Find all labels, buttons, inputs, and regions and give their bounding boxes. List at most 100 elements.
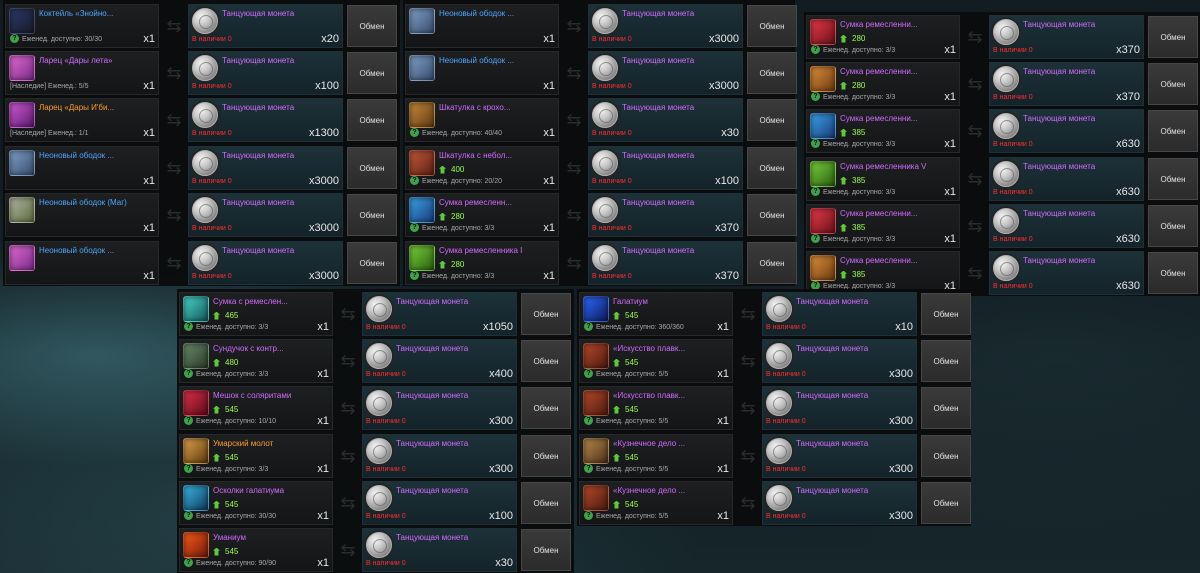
item-slot[interactable]: Коктейль «Знойно...? Еженед. доступно: 30… — [5, 4, 159, 48]
item-slot[interactable]: Неоновый ободок ... x1 — [405, 51, 559, 95]
cost-slot[interactable]: Танцующая монета В наличии 0 x370 — [588, 193, 743, 237]
item-slot[interactable]: Уманиум 545? Еженед. доступно: 90/90 x1 — [179, 528, 333, 572]
exchange-button[interactable]: Обмен — [747, 5, 797, 47]
exchange-button[interactable]: Обмен — [347, 147, 397, 189]
cost-slot[interactable]: Танцующая монета В наличии 0 x630 — [989, 157, 1144, 201]
exchange-button[interactable]: Обмен — [1148, 205, 1198, 247]
exchange-button[interactable]: Обмен — [347, 52, 397, 94]
help-icon[interactable]: ? — [184, 369, 193, 378]
help-icon[interactable]: ? — [410, 176, 419, 185]
item-slot[interactable]: «Искусство плавк... 545? Еженед. доступно:… — [579, 386, 733, 430]
exchange-button[interactable]: Обмен — [1148, 16, 1198, 58]
help-icon[interactable]: ? — [184, 322, 193, 331]
item-slot[interactable]: Шкатулка с небол... 400? Еженед. доступно:… — [405, 146, 559, 190]
help-icon[interactable]: ? — [811, 139, 820, 148]
cost-slot[interactable]: Танцующая монета В наличии 0 x3000 — [588, 51, 743, 95]
item-slot[interactable]: Неоновый ободок ... x1 — [405, 4, 559, 48]
cost-slot[interactable]: Танцующая монета В наличии 0 x370 — [989, 15, 1144, 59]
cost-slot[interactable]: Танцующая монета В наличии 0 x30 — [362, 528, 517, 572]
cost-slot[interactable]: Танцующая монета В наличии 0 x10 — [762, 292, 917, 336]
exchange-button[interactable]: Обмен — [1148, 110, 1198, 152]
cost-slot[interactable]: Танцующая монета В наличии 0 x100 — [588, 146, 743, 190]
exchange-button[interactable]: Обмен — [921, 387, 971, 429]
cost-slot[interactable]: Танцующая монета В наличии 0 x3000 — [588, 4, 743, 48]
cost-slot[interactable]: Танцующая монета В наличии 0 x300 — [762, 386, 917, 430]
exchange-button[interactable]: Обмен — [347, 99, 397, 141]
item-slot[interactable]: Ларец «Дары лета» [Наследие] Еженед.: 5/5… — [5, 51, 159, 95]
exchange-button[interactable]: Обмен — [521, 293, 571, 335]
item-slot[interactable]: Сумка ремесленни... 385? Еженед. доступно:… — [806, 109, 960, 153]
cost-slot[interactable]: Танцующая монета В наличии 0 x630 — [989, 109, 1144, 153]
exchange-button[interactable]: Обмен — [347, 242, 397, 284]
item-slot[interactable]: Сумка ремесленн... 280? Еженед. доступно: … — [405, 193, 559, 237]
item-slot[interactable]: Сумка ремесленни... 280? Еженед. доступно:… — [806, 15, 960, 59]
cost-slot[interactable]: Танцующая монета В наличии 0 x630 — [989, 204, 1144, 248]
cost-slot[interactable]: Танцующая монета В наличии 0 x370 — [588, 241, 743, 285]
help-icon[interactable]: ? — [410, 271, 419, 280]
help-icon[interactable]: ? — [584, 322, 593, 331]
cost-slot[interactable]: Танцующая монета В наличии 0 x30 — [588, 98, 743, 142]
help-icon[interactable]: ? — [811, 45, 820, 54]
item-slot[interactable]: Умарский молот 545? Еженед. доступно: 3/3 x… — [179, 434, 333, 478]
help-icon[interactable]: ? — [811, 187, 820, 196]
item-slot[interactable]: Сундучок с контр... 480? Еженед. доступно:… — [179, 339, 333, 383]
exchange-button[interactable]: Обмен — [747, 242, 797, 284]
exchange-button[interactable]: Обмен — [921, 482, 971, 524]
item-slot[interactable]: Ларец «Дары И'би... [Наследие] Еженед.: 1… — [5, 98, 159, 142]
exchange-button[interactable]: Обмен — [521, 340, 571, 382]
cost-slot[interactable]: Танцующая монета В наличии 0 x630 — [989, 251, 1144, 295]
exchange-button[interactable]: Обмен — [521, 387, 571, 429]
exchange-button[interactable]: Обмен — [921, 293, 971, 335]
cost-slot[interactable]: Танцующая монета В наличии 0 x370 — [989, 62, 1144, 106]
cost-slot[interactable]: Танцующая монета В наличии 0 x300 — [762, 339, 917, 383]
exchange-button[interactable]: Обмен — [347, 5, 397, 47]
help-icon[interactable]: ? — [584, 416, 593, 425]
item-slot[interactable]: Сумка ремесленника I 280? Еженед. доступно… — [405, 241, 559, 285]
help-icon[interactable]: ? — [811, 92, 820, 101]
item-slot[interactable]: Сумка ремесленни... 385? Еженед. доступно:… — [806, 204, 960, 248]
exchange-button[interactable]: Обмен — [747, 194, 797, 236]
help-icon[interactable]: ? — [184, 511, 193, 520]
cost-slot[interactable]: Танцующая монета В наличии 0 x1050 — [362, 292, 517, 336]
cost-slot[interactable]: Танцующая монета В наличии 0 x300 — [762, 481, 917, 525]
help-icon[interactable]: ? — [184, 558, 193, 567]
item-slot[interactable]: Галатиум 545? Еженед. доступно: 360/360 x1 — [579, 292, 733, 336]
cost-slot[interactable]: Танцующая монета В наличии 0 x100 — [188, 51, 343, 95]
cost-slot[interactable]: Танцующая монета В наличии 0 x300 — [762, 434, 917, 478]
help-icon[interactable]: ? — [584, 464, 593, 473]
cost-slot[interactable]: Танцующая монета В наличии 0 x3000 — [188, 146, 343, 190]
cost-slot[interactable]: Танцующая монета В наличии 0 x400 — [362, 339, 517, 383]
help-icon[interactable]: ? — [184, 416, 193, 425]
help-icon[interactable]: ? — [410, 223, 419, 232]
cost-slot[interactable]: Танцующая монета В наличии 0 x3000 — [188, 241, 343, 285]
item-slot[interactable]: «Кузнечное дело ... 545? Еженед. доступно:… — [579, 481, 733, 525]
exchange-button[interactable]: Обмен — [747, 99, 797, 141]
exchange-button[interactable]: Обмен — [347, 194, 397, 236]
help-icon[interactable]: ? — [584, 511, 593, 520]
help-icon[interactable]: ? — [811, 234, 820, 243]
item-slot[interactable]: Осколки галатиума 545? Еженед. доступно: 3… — [179, 481, 333, 525]
exchange-button[interactable]: Обмен — [921, 435, 971, 477]
cost-slot[interactable]: Танцующая монета В наличии 0 x300 — [362, 434, 517, 478]
exchange-button[interactable]: Обмен — [1148, 252, 1198, 294]
cost-slot[interactable]: Танцующая монета В наличии 0 x3000 — [188, 193, 343, 237]
item-slot[interactable]: Сумка с ремеслен... 465? Еженед. доступно:… — [179, 292, 333, 336]
exchange-button[interactable]: Обмен — [921, 340, 971, 382]
item-slot[interactable]: Неоновый ободок (Маг) x1 — [5, 193, 159, 237]
exchange-button[interactable]: Обмен — [1148, 63, 1198, 105]
item-slot[interactable]: «Кузнечное дело ... 545? Еженед. доступно:… — [579, 434, 733, 478]
exchange-button[interactable]: Обмен — [521, 435, 571, 477]
exchange-button[interactable]: Обмен — [521, 482, 571, 524]
cost-slot[interactable]: Танцующая монета В наличии 0 x1300 — [188, 98, 343, 142]
help-icon[interactable]: ? — [184, 464, 193, 473]
item-slot[interactable]: Мешок с соляритами 545? Еженед. доступно: … — [179, 386, 333, 430]
cost-slot[interactable]: Танцующая монета В наличии 0 x20 — [188, 4, 343, 48]
help-icon[interactable]: ? — [410, 128, 419, 137]
exchange-button[interactable]: Обмен — [747, 147, 797, 189]
item-slot[interactable]: «Искусство плавк... 545? Еженед. доступно:… — [579, 339, 733, 383]
item-slot[interactable]: Сумка ремесленни... 280? Еженед. доступно:… — [806, 62, 960, 106]
exchange-button[interactable]: Обмен — [1148, 158, 1198, 200]
cost-slot[interactable]: Танцующая монета В наличии 0 x100 — [362, 481, 517, 525]
cost-slot[interactable]: Танцующая монета В наличии 0 x300 — [362, 386, 517, 430]
item-slot[interactable]: Сумка ремесленника V 385? Еженед. доступно… — [806, 157, 960, 201]
